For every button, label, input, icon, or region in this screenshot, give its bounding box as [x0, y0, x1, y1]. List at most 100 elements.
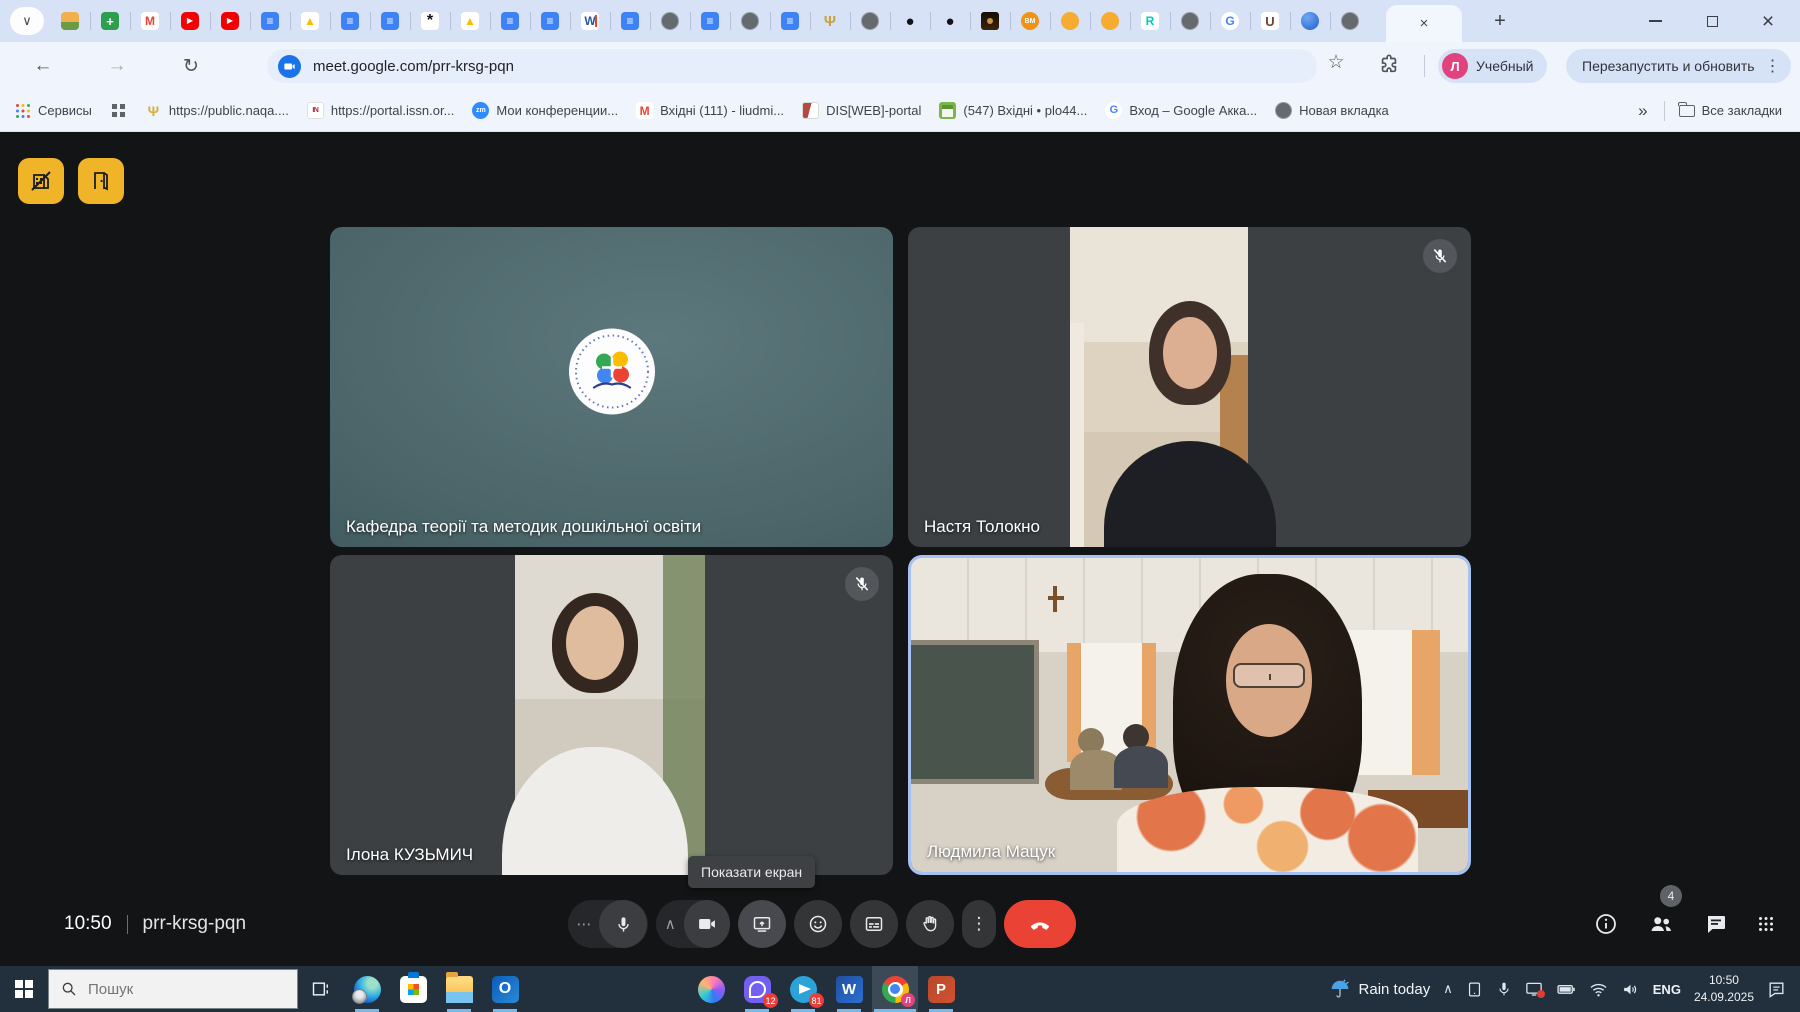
edge-taskbar-button[interactable] — [344, 966, 390, 1012]
docs-tab[interactable]: ≡ — [370, 0, 410, 42]
bag-tab[interactable] — [50, 0, 90, 42]
telegram-taskbar-button[interactable]: 81 — [780, 966, 826, 1012]
window-restore-button[interactable] — [1689, 0, 1735, 42]
tray-battery-icon[interactable] — [1556, 979, 1576, 999]
participant-tile-nastia[interactable]: Настя Толокно — [908, 227, 1471, 547]
participant-tile-department[interactable]: Кафедра теорії та методик дошкільної осв… — [330, 227, 893, 547]
camera-options-icon[interactable]: ∧ — [656, 915, 684, 933]
docs-tab[interactable]: ≡ — [530, 0, 570, 42]
orange-tab[interactable] — [1050, 0, 1090, 42]
bookmark-trident[interactable]: Ψhttps://public.naqa.... — [145, 102, 289, 119]
weather-widget[interactable]: Rain today — [1329, 978, 1431, 1000]
participant-tile-ilona[interactable]: Ілона КУЗЬМИЧ — [330, 555, 893, 875]
address-bar[interactable]: meet.google.com/prr-krsg-pqn — [267, 49, 1317, 83]
powerpoint-taskbar-button[interactable]: P — [918, 966, 964, 1012]
bookmark-grid[interactable] — [110, 102, 127, 119]
activities-button[interactable] — [1758, 916, 1774, 932]
youtube-tab[interactable]: ▶ — [170, 0, 210, 42]
globe-tab[interactable] — [730, 0, 770, 42]
tray-chevron-icon[interactable]: ∧ — [1443, 981, 1453, 997]
back-button[interactable]: ← — [28, 51, 58, 81]
silhouette-tab[interactable]: ● — [890, 0, 930, 42]
search-input[interactable] — [86, 980, 266, 999]
mic-button-group[interactable]: ⋯ — [568, 900, 648, 948]
rg-tab[interactable]: R — [1130, 0, 1170, 42]
word-tab[interactable]: W — [570, 0, 610, 42]
docs-tab[interactable]: ≡ — [490, 0, 530, 42]
drive-tab[interactable]: ▲ — [450, 0, 490, 42]
bookmark-globe[interactable]: Новая вкладка — [1275, 102, 1389, 119]
tray-wifi-icon[interactable] — [1589, 980, 1608, 999]
extension-overlay-camera-button[interactable] — [18, 158, 64, 204]
portrait-tab[interactable] — [970, 0, 1010, 42]
window-close-button[interactable]: × — [1745, 0, 1791, 42]
gmail-tab[interactable]: M — [130, 0, 170, 42]
reactions-button[interactable] — [794, 900, 842, 948]
extensions-button[interactable] — [1378, 53, 1400, 80]
window-minimize-button[interactable] — [1632, 0, 1678, 42]
bookmark-issn[interactable]: INhttps://portal.issn.or... — [307, 102, 455, 119]
all-bookmarks-button[interactable]: Все закладки — [1679, 103, 1782, 118]
mic-options-icon[interactable]: ⋯ — [569, 915, 599, 933]
sphere-tab[interactable] — [1290, 0, 1330, 42]
bookmark-dis[interactable]: DIS[WEB]-portal — [802, 102, 921, 119]
bookmark-google[interactable]: GВход – Google Акка... — [1105, 102, 1257, 119]
new-tab-button[interactable]: + — [1486, 7, 1514, 35]
participant-tile-liudmyla-active-speaker[interactable]: Людмила Мацук — [908, 555, 1471, 875]
viber-taskbar-button[interactable]: 12 — [734, 966, 780, 1012]
extension-overlay-door-button[interactable] — [78, 158, 124, 204]
youtube-tab[interactable]: ▶ — [210, 0, 250, 42]
google-tab[interactable]: G — [1210, 0, 1250, 42]
word-taskbar-button[interactable]: W — [826, 966, 872, 1012]
bookmark-star-button[interactable]: ☆ — [1322, 51, 1350, 74]
profile-chip[interactable]: Л Учебный — [1438, 49, 1547, 83]
uni-tab[interactable]: U — [1250, 0, 1290, 42]
tray-screen-recording-icon[interactable] — [1525, 980, 1543, 998]
silhouette-tab[interactable]: ● — [930, 0, 970, 42]
globe-tab[interactable] — [1170, 0, 1210, 42]
store-taskbar-button[interactable] — [390, 966, 436, 1012]
camera-button[interactable] — [684, 900, 730, 948]
camera-button-group[interactable]: ∧ — [656, 900, 730, 948]
docs-tab[interactable]: ≡ — [330, 0, 370, 42]
reload-button[interactable]: ↻ — [176, 51, 206, 81]
tray-display-icon[interactable] — [1466, 981, 1483, 998]
bm-tab[interactable]: BM — [1010, 0, 1050, 42]
docs-tab[interactable]: ≡ — [610, 0, 650, 42]
globe-tab[interactable] — [1330, 0, 1370, 42]
action-center-button[interactable] — [1767, 980, 1786, 999]
taskbar-search[interactable] — [48, 969, 298, 1009]
outlook-taskbar-button[interactable]: O — [482, 966, 528, 1012]
more-options-button[interactable]: ⋮ — [962, 900, 996, 948]
language-indicator[interactable]: ENG — [1653, 982, 1681, 997]
docs-tab[interactable]: ≡ — [250, 0, 290, 42]
chrome-taskbar-button[interactable]: Л — [872, 966, 918, 1012]
meeting-details-button[interactable] — [1594, 912, 1618, 936]
browser-menu-icon[interactable]: ⋮ — [1765, 56, 1781, 76]
orange-tab[interactable] — [1090, 0, 1130, 42]
participants-button[interactable]: 4 — [1648, 911, 1674, 937]
sheets-tab[interactable]: + — [90, 0, 130, 42]
raise-hand-button[interactable] — [906, 900, 954, 948]
tray-volume-icon[interactable] — [1621, 980, 1640, 999]
taskbar-clock[interactable]: 10:50 24.09.2025 — [1694, 972, 1754, 1007]
bookmark-mailgreen[interactable]: (547) Вхідні • plo44... — [939, 102, 1087, 119]
tab-search-chevron-button[interactable]: ∨ — [10, 7, 44, 35]
captions-button[interactable] — [850, 900, 898, 948]
globe-tab[interactable] — [650, 0, 690, 42]
globe-tab[interactable] — [850, 0, 890, 42]
forward-button[interactable]: → — [102, 51, 132, 81]
openai-tab[interactable]: * — [410, 0, 450, 42]
explorer-taskbar-button[interactable] — [436, 966, 482, 1012]
bookmark-zoom[interactable]: zmМои конференции... — [472, 102, 618, 119]
trident-tab[interactable]: Ψ — [810, 0, 850, 42]
chat-button[interactable] — [1704, 912, 1728, 936]
drive-tab[interactable]: ▲ — [290, 0, 330, 42]
docs-tab[interactable]: ≡ — [770, 0, 810, 42]
relaunch-to-update-button[interactable]: Перезапустить и обновить ⋮ — [1566, 49, 1791, 83]
leave-call-button[interactable] — [1004, 900, 1076, 948]
active-tab[interactable]: × — [1386, 5, 1462, 42]
copilot-taskbar-button[interactable] — [688, 966, 734, 1012]
mic-button[interactable] — [599, 900, 647, 948]
tray-microphone-icon[interactable] — [1496, 981, 1512, 997]
